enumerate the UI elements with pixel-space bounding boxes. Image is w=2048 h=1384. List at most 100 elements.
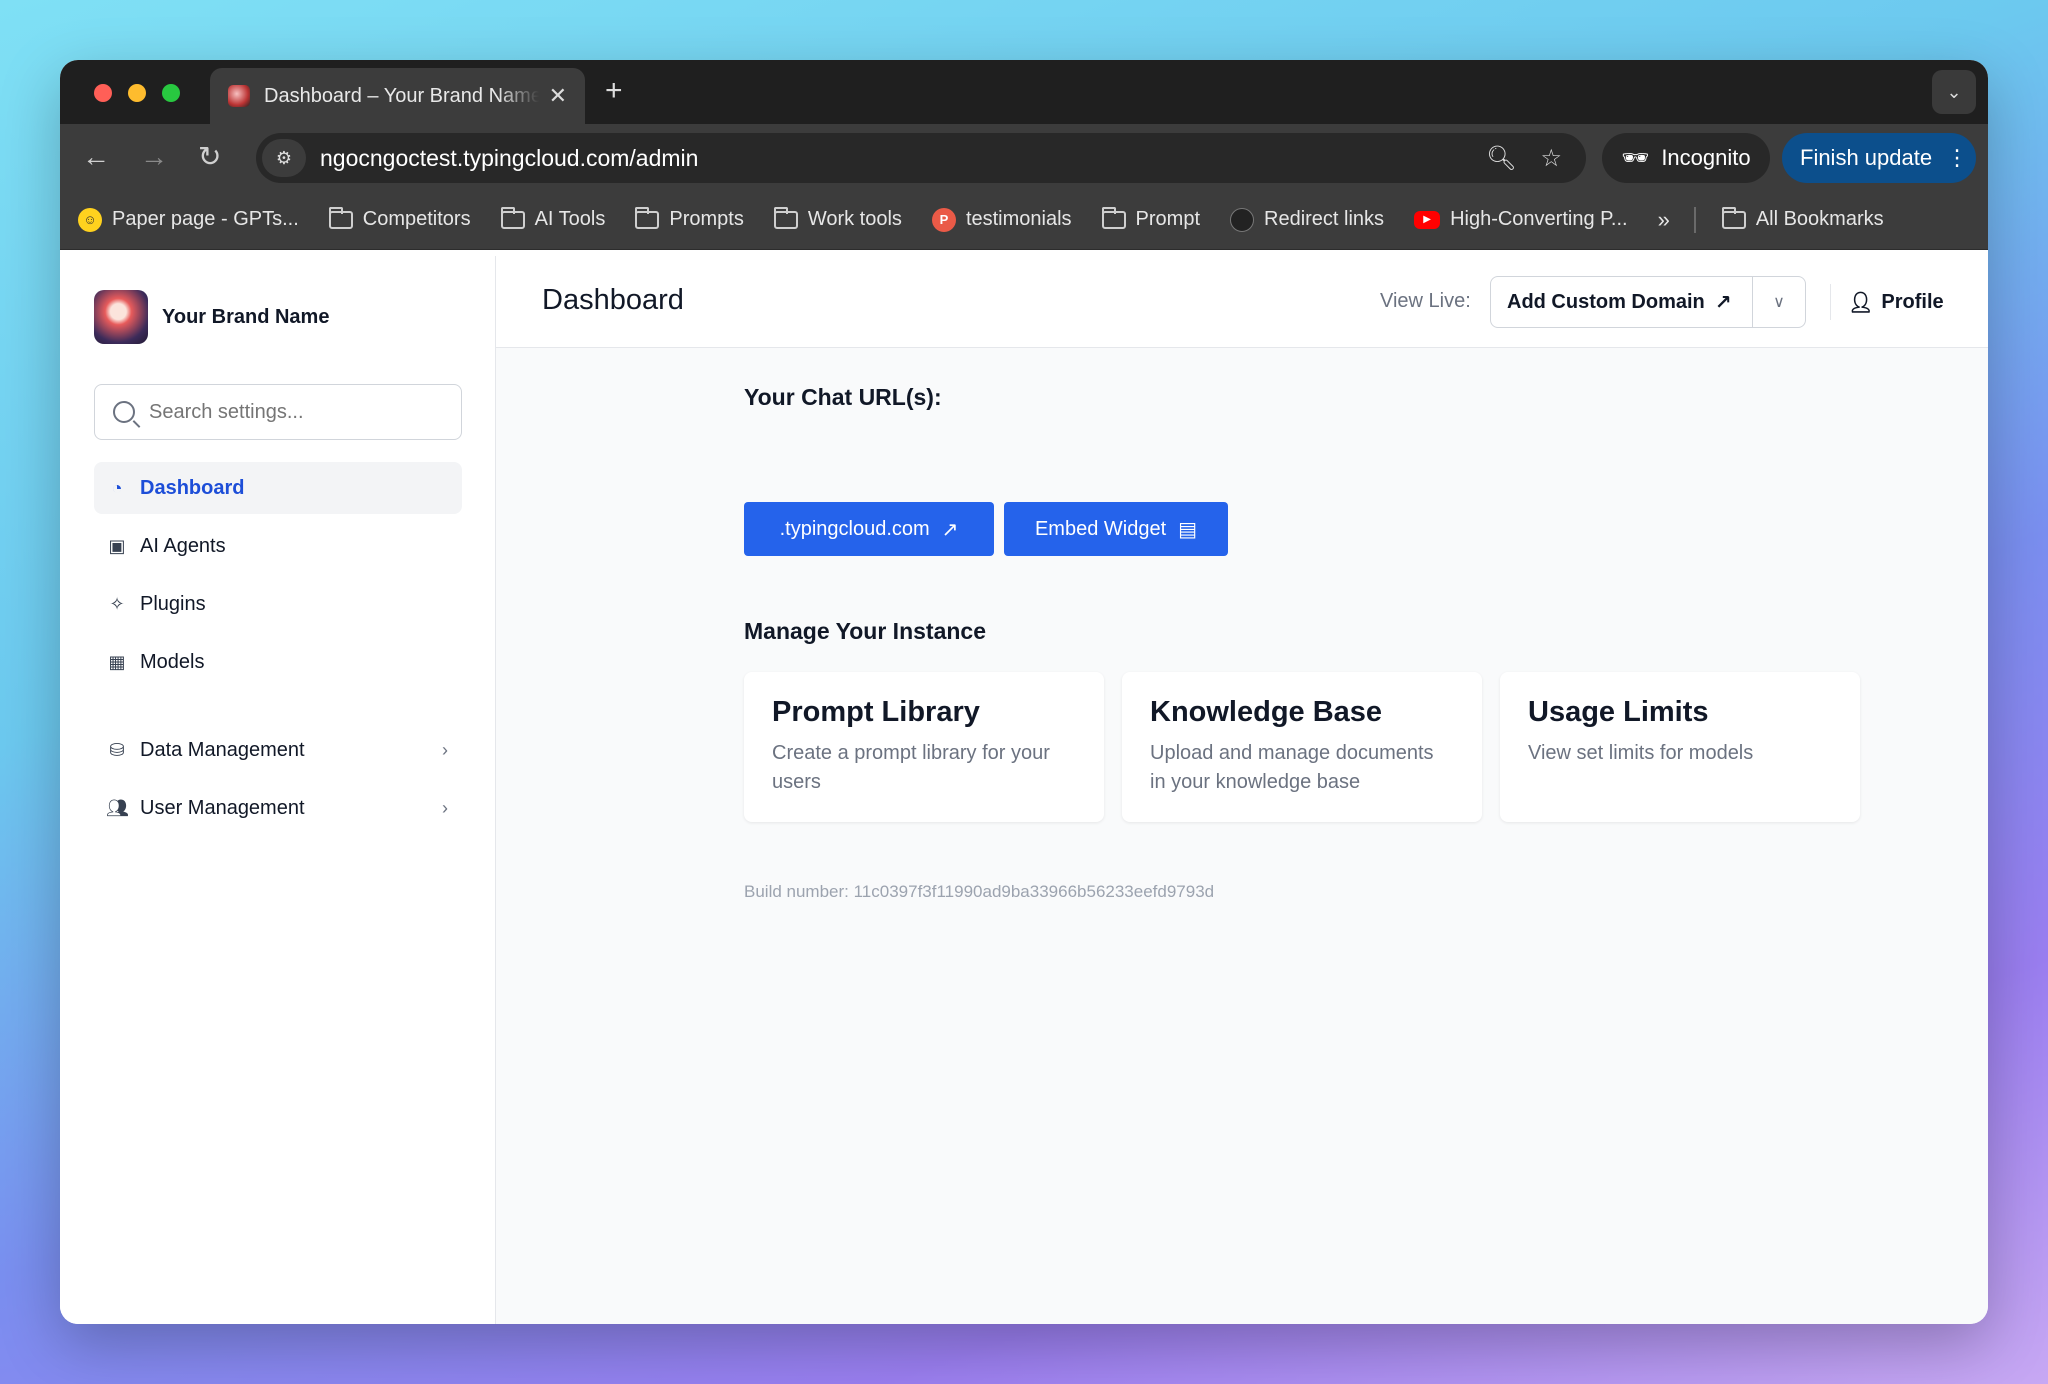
folder-icon [328, 206, 353, 229]
tab-search-button[interactable]: ⌄ [1932, 70, 1976, 114]
add-custom-domain-button[interactable]: Add Custom Domain ↗ [1491, 277, 1753, 327]
chat-url-label: .typingcloud.com [779, 517, 930, 540]
folder-icon [635, 206, 660, 229]
sidebar-item-dashboard[interactable]: ◔ Dashboard [94, 462, 462, 514]
chat-bubble-icon: ▤ [1178, 518, 1198, 541]
bookmark-folder[interactable]: AI Tools [500, 206, 606, 231]
chat-url-button[interactable]: .typingcloud.com ↗ [744, 502, 994, 556]
window-controls [94, 84, 180, 102]
reload-icon[interactable]: ↻ [198, 140, 221, 174]
card-title: Usage Limits [1528, 696, 1709, 728]
bookmark-label: Prompt [1135, 208, 1201, 230]
maximize-window-button[interactable] [162, 84, 180, 102]
sidebar-item-label: User Management [140, 796, 305, 819]
bookmark-label: Competitors [362, 208, 471, 230]
incognito-indicator[interactable]: 🕶︎ Incognito [1602, 133, 1770, 183]
sidebar-item-ai-agents[interactable]: ▣ AI Agents [94, 520, 462, 572]
page-header: Dashboard View Live: Add Custom Domain ↗… [496, 256, 1988, 348]
brand[interactable]: Your Brand Name [94, 290, 329, 344]
bookmark-star-icon[interactable]: ☆ [1540, 144, 1562, 173]
bookmark-label: Paper page - GPTs... [112, 208, 299, 230]
all-bookmarks-folder[interactable]: All Bookmarks [1721, 206, 1884, 231]
external-link-icon: ↗ [1714, 291, 1732, 314]
custom-domain-button-group: Add Custom Domain ↗ ∨ [1490, 276, 1806, 328]
bookmarks-overflow-icon[interactable]: » [1658, 207, 1670, 233]
close-window-button[interactable] [94, 84, 112, 102]
url-text[interactable]: ngocngoctest.typingcloud.com/admin [320, 145, 1486, 172]
browser-toolbar: ← → ↻ ⚙ ngocngoctest.typingcloud.com/adm… [60, 124, 1988, 190]
search-input[interactable] [149, 400, 429, 424]
sidebar-item-label: Dashboard [140, 476, 245, 499]
tab-favicon-icon [228, 85, 250, 107]
sidebar: Your Brand Name ◔ Dashboard ▣ AI Agents … [60, 256, 496, 1324]
hugging-face-icon: ☺ [78, 207, 102, 232]
users-icon: 👥︎ [106, 797, 129, 818]
tab-close-icon[interactable]: ✕ [549, 83, 567, 109]
database-icon: ⛁ [109, 739, 125, 760]
address-bar[interactable]: ⚙ ngocngoctest.typingcloud.com/admin 🔍︎ … [256, 133, 1586, 183]
incognito-icon: 🕶︎ [1621, 145, 1650, 170]
browser-tab[interactable]: Dashboard – Your Brand Name ✕ [210, 68, 585, 124]
sidebar-item-data-management[interactable]: ⛁ Data Management › [94, 724, 462, 776]
bookmark-item[interactable]: Redirect links [1230, 207, 1385, 232]
sidebar-item-models[interactable]: ▦ Models [94, 636, 462, 688]
folder-icon [773, 206, 798, 229]
robot-icon: ▣ [108, 535, 126, 556]
bookmark-item[interactable]: ▶ High-Converting P... [1414, 208, 1628, 231]
bookmark-item[interactable]: P testimonials [931, 207, 1072, 232]
bookmark-label: High-Converting P... [1450, 208, 1628, 230]
zoom-icon[interactable]: 🔍︎ [1486, 144, 1516, 173]
card-title: Knowledge Base [1150, 696, 1383, 728]
profile-button[interactable]: 👤︎ Profile [1848, 290, 1944, 315]
card-title: Prompt Library [772, 696, 980, 728]
embed-widget-button[interactable]: Embed Widget ▤ [1004, 502, 1228, 556]
usage-limits-card[interactable]: Usage Limits View set limits for models [1500, 672, 1860, 822]
site-settings-icon[interactable]: ⚙ [262, 139, 306, 177]
bookmark-label: AI Tools [534, 208, 606, 230]
domain-dropdown-button[interactable]: ∨ [1753, 277, 1805, 327]
chevron-right-icon: › [442, 797, 448, 818]
card-description: Upload and manage documents in your know… [1150, 742, 1434, 793]
bookmark-label: Redirect links [1264, 208, 1385, 230]
bookmark-label: Work tools [807, 208, 902, 230]
prompt-library-card[interactable]: Prompt Library Create a prompt library f… [744, 672, 1104, 822]
finish-update-label: Finish update [1800, 145, 1933, 170]
forward-arrow-icon[interactable]: → [140, 140, 168, 174]
bookmark-label: Prompts [669, 208, 744, 230]
header-divider [1830, 284, 1831, 320]
view-live-label: View Live: [1380, 290, 1471, 312]
chat-urls-title: Your Chat URL(s): [744, 384, 942, 410]
page-content: Your Brand Name ◔ Dashboard ▣ AI Agents … [60, 256, 1988, 1324]
kebab-menu-icon: ⋮ [1946, 145, 1969, 170]
bookmarks-bar: ☺ Paper page - GPTs... Competitors AI To… [60, 190, 1988, 250]
bookmark-folder[interactable]: Prompts [635, 206, 744, 231]
minimize-window-button[interactable] [128, 84, 146, 102]
finish-update-button[interactable]: Finish update ⋮ [1782, 133, 1976, 183]
sidebar-item-label: Data Management [140, 738, 305, 761]
settings-search[interactable] [94, 384, 462, 440]
sidebar-item-plugins[interactable]: ✧ Plugins [94, 578, 462, 630]
github-icon [1230, 207, 1255, 232]
card-description: View set limits for models [1528, 742, 1754, 764]
bookmark-folder[interactable]: Work tools [773, 206, 902, 231]
folder-icon [1721, 206, 1746, 229]
search-icon [113, 401, 135, 423]
incognito-label: Incognito [1661, 145, 1751, 170]
main-content: Dashboard View Live: Add Custom Domain ↗… [496, 256, 1988, 1324]
tab-bar: Dashboard – Your Brand Name ✕ + ⌄ [60, 60, 1988, 124]
bookmark-folder[interactable]: Prompt [1101, 206, 1201, 231]
chevron-down-icon: ⌄ [1946, 81, 1962, 102]
knowledge-base-card[interactable]: Knowledge Base Upload and manage documen… [1122, 672, 1482, 822]
puzzle-icon: ✧ [109, 593, 125, 614]
folder-icon [500, 206, 525, 229]
bookmark-label: All Bookmarks [1755, 208, 1884, 230]
sidebar-item-user-management[interactable]: 👥︎ User Management › [94, 782, 462, 834]
new-tab-button[interactable]: + [605, 74, 623, 108]
bookmark-item[interactable]: ☺ Paper page - GPTs... [78, 207, 299, 232]
brand-logo [94, 290, 148, 344]
bookmark-folder[interactable]: Competitors [328, 206, 471, 231]
back-arrow-icon[interactable]: ← [82, 140, 110, 174]
sidebar-item-label: AI Agents [140, 534, 226, 557]
youtube-icon: ▶ [1414, 210, 1441, 229]
card-description: Create a prompt library for your users [772, 742, 1050, 793]
